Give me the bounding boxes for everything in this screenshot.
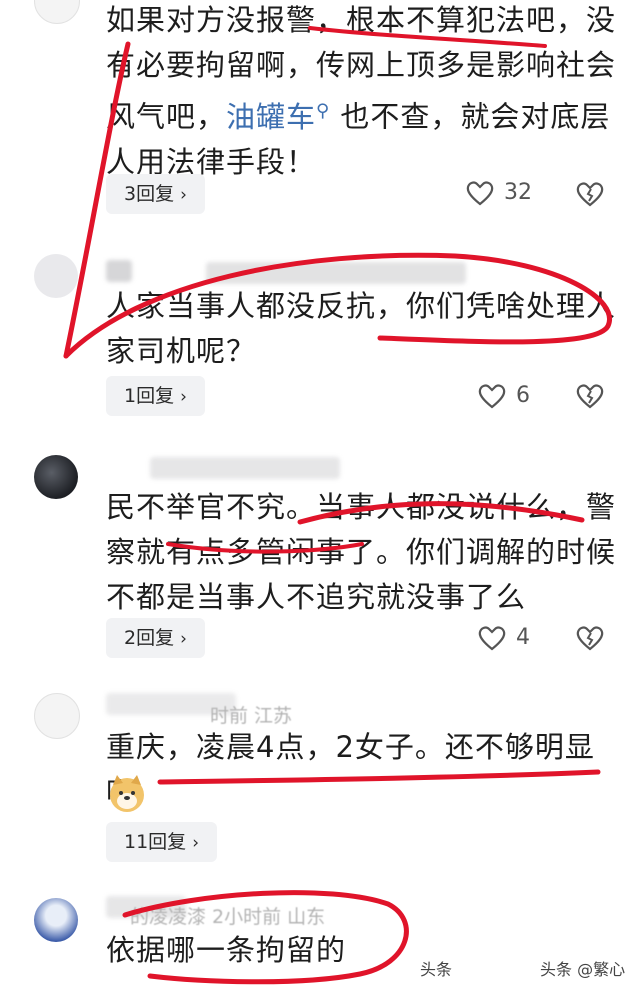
replies-button[interactable]: 1回复 ›	[106, 376, 205, 416]
chevron-right-icon: ›	[180, 185, 187, 205]
chevron-right-icon: ›	[180, 629, 187, 649]
watermark: 头条	[420, 960, 453, 979]
broken-heart-icon[interactable]	[576, 181, 604, 207]
search-link[interactable]: 油罐车⚲	[226, 100, 330, 134]
heart-outline-icon[interactable]	[478, 625, 506, 651]
comment-text: 民不举官不究。当事人都没说什么，警察就有点多管闲事了。你们调解的时候不都是当事人…	[106, 490, 617, 614]
like-count: 32	[504, 180, 532, 205]
username-blurred	[150, 457, 340, 479]
chevron-right-icon: ›	[192, 833, 199, 853]
broken-heart-icon[interactable]	[576, 625, 604, 651]
chevron-right-icon: ›	[180, 387, 187, 407]
comment-text: 如果对方没报警，根本不算犯法吧，没有必要拘留啊，传网上顶多是影响社会风气吧，油罐…	[106, 3, 617, 179]
avatar[interactable]	[34, 455, 78, 499]
comment-text: 人家当事人都没反抗，你们凭啥处理人家司机呢？	[106, 289, 617, 368]
heart-outline-icon[interactable]	[478, 383, 506, 409]
avatar[interactable]	[34, 0, 80, 24]
replies-button[interactable]: 2回复 ›	[106, 618, 205, 658]
comment-meta: 的凌凌漆 2小时前 山东	[130, 906, 326, 928]
like-count: 4	[516, 625, 530, 650]
heart-outline-icon[interactable]	[466, 180, 494, 206]
avatar[interactable]	[34, 693, 80, 739]
comment-text: 重庆，凌晨4点，2女子。还不够明显吗	[106, 730, 595, 809]
search-icon: ⚲	[316, 100, 331, 121]
avatar[interactable]	[34, 254, 78, 298]
replies-button[interactable]: 3回复 ›	[106, 174, 205, 214]
doge-emoji-icon	[110, 775, 144, 812]
broken-heart-icon[interactable]	[576, 383, 604, 409]
avatar[interactable]	[34, 898, 78, 942]
replies-button[interactable]: 11回复 ›	[106, 822, 217, 862]
username-blurred	[106, 260, 132, 282]
watermark: 头条 @繁心	[540, 960, 626, 979]
comment-meta: 时前 江苏	[210, 705, 293, 727]
meta-blurred	[206, 262, 466, 284]
like-count: 6	[516, 383, 530, 408]
